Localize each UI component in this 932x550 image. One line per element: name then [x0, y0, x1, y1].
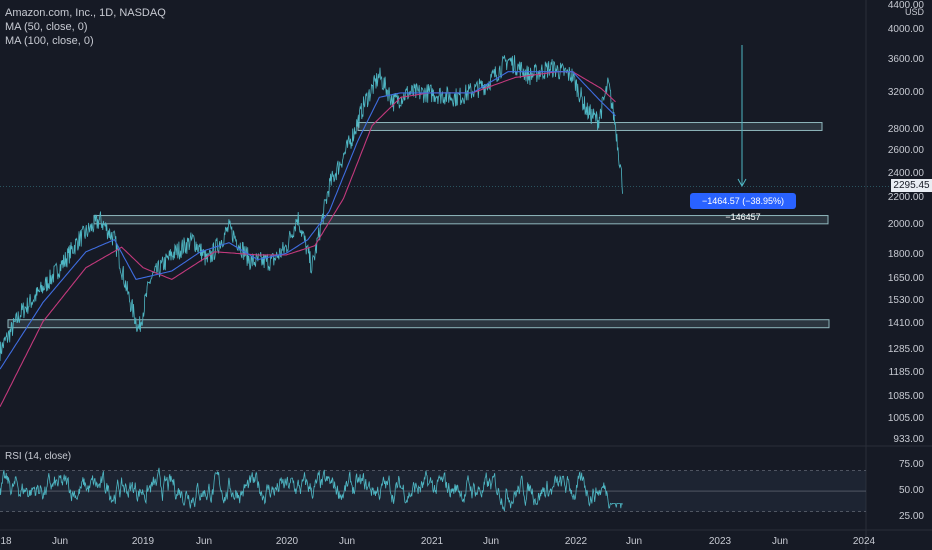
rsi-tick: 50.00 [898, 485, 924, 497]
time-tick: Jun [771, 536, 789, 547]
price-tick: 1285.00 [887, 343, 924, 355]
current-price-badge: 2295.45 [891, 179, 932, 192]
price-chart[interactable] [0, 0, 932, 550]
rsi-tick: 25.00 [898, 510, 924, 522]
support-zone-1 [357, 122, 823, 131]
price-tick: 2800.00 [887, 124, 924, 136]
time-tick: Jun [338, 536, 356, 547]
price-tick: 2400.00 [887, 167, 924, 179]
symbol-legend[interactable]: Amazon.com, Inc., 1D, NASDAQ [5, 7, 166, 19]
price-series-line [0, 55, 623, 362]
ma50-legend[interactable]: MA (50, close, 0) [5, 21, 88, 33]
time-tick: 2022 [564, 536, 588, 547]
price-tick: 1185.00 [888, 366, 924, 378]
price-tick: 1085.00 [887, 391, 924, 403]
price-tick: 1005.00 [887, 413, 924, 425]
price-tick: 3600.00 [887, 53, 924, 65]
time-tick: Jun [482, 536, 500, 547]
price-tick: 1800.00 [887, 248, 924, 260]
ma100-legend[interactable]: MA (100, close, 0) [5, 35, 94, 47]
price-tick: 3200.00 [887, 86, 924, 98]
support-zone-2 [93, 215, 829, 225]
time-tick: 18 [0, 536, 12, 547]
price-tick: 933.00 [893, 434, 924, 445]
price-tick: 2600.00 [887, 145, 924, 157]
rsi-legend[interactable]: RSI (14, close) [5, 451, 71, 462]
rsi-tick: 75.00 [898, 459, 924, 471]
price-tick: 1530.00 [887, 294, 924, 306]
price-tick: 4000.00 [887, 24, 924, 35]
time-tick: Jun [51, 536, 69, 547]
price-tick: 4400.00 [887, 0, 924, 11]
price-tick: 2000.00 [887, 219, 924, 231]
price-tick: 1650.00 [887, 273, 924, 285]
time-tick: 2019 [131, 536, 155, 547]
time-tick: Jun [625, 536, 643, 547]
price-tick: 1410.00 [887, 317, 924, 329]
time-tick: 2023 [708, 536, 732, 547]
support-zone-3 [7, 319, 830, 329]
time-tick: 2020 [275, 536, 299, 547]
time-tick: Jun [195, 536, 213, 547]
time-tick: 2024 [852, 536, 876, 547]
measure-label[interactable]: −1464.57 (−38.95%) −146457 [690, 193, 796, 222]
price-tick: 2200.00 [887, 192, 924, 204]
time-tick: 2021 [420, 536, 444, 547]
